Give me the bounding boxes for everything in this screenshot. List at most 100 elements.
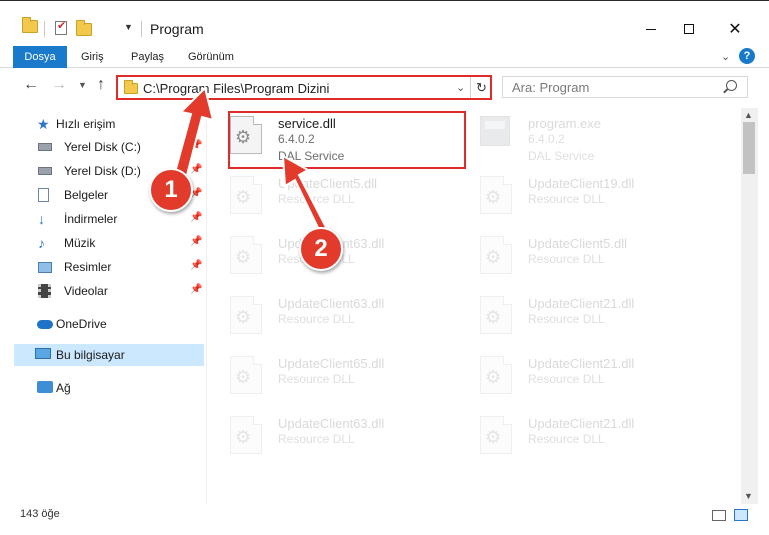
vertical-scrollbar[interactable]: ▲ ▼	[741, 108, 758, 504]
file-name: UpdateClient65.dll	[278, 356, 385, 371]
drive-icon	[38, 140, 52, 154]
dll-file-icon	[230, 416, 262, 454]
folder-icon	[124, 80, 138, 94]
file-description: Resource DLL	[528, 252, 605, 266]
file-item[interactable]: UpdateClient63.dll Resource DLL	[210, 410, 450, 468]
file-item[interactable]: UpdateClient5.dll Resource DLL	[460, 230, 700, 288]
help-button[interactable]: ?	[739, 48, 755, 64]
dll-file-icon	[480, 176, 512, 214]
computer-icon	[35, 348, 51, 362]
maximize-button[interactable]	[666, 13, 712, 45]
file-item[interactable]: UpdateClient19.dll Resource DLL	[460, 170, 700, 228]
tab-file[interactable]: Dosya	[13, 46, 67, 68]
sidebar-item-local-disk-c[interactable]: Yerel Disk (C:) 📌	[0, 136, 206, 158]
file-name: UpdateClient21.dll	[528, 296, 635, 311]
item-count: 143 öğe	[20, 508, 60, 520]
address-bar[interactable]: C:\Program Files\Program Dizini ⌄ ↻	[116, 75, 492, 100]
details-view-icon[interactable]	[712, 510, 726, 521]
file-name: UpdateClient63.dll	[278, 296, 385, 311]
tab-home[interactable]: Giriş	[81, 51, 104, 63]
search-icon[interactable]	[726, 80, 737, 91]
sidebar-item-label: Yerel Disk (D:)	[64, 164, 141, 178]
step-2-marker: 2	[299, 227, 343, 271]
folder-icon	[22, 16, 38, 33]
tab-share[interactable]: Paylaş	[131, 51, 164, 63]
file-name: UpdateClient21.dll	[528, 356, 635, 371]
new-folder-icon[interactable]	[76, 19, 92, 39]
sidebar-item-label: Hızlı erişim	[56, 117, 116, 131]
address-path[interactable]: C:\Program Files\Program Dizini	[143, 81, 329, 96]
file-item[interactable]: UpdateClient21.dll Resource DLL	[460, 350, 700, 408]
downloads-icon: ↓	[38, 211, 45, 227]
pin-icon[interactable]: 📌	[190, 284, 202, 295]
file-item[interactable]: UpdateClient21.dll Resource DLL	[460, 410, 700, 468]
file-name: UpdateClient5.dll	[278, 176, 378, 191]
view-options-icon[interactable]	[97, 19, 113, 33]
tab-view[interactable]: Görünüm	[188, 51, 234, 63]
forward-arrow-icon[interactable]: →	[51, 76, 67, 94]
cloud-icon	[37, 317, 53, 331]
sidebar-item-label: Resimler	[64, 260, 112, 274]
file-description: Resource DLL	[278, 372, 355, 386]
pictures-icon	[38, 260, 52, 274]
customize-toolbar-dropdown-icon[interactable]: ▼	[124, 22, 133, 32]
large-icons-view-icon[interactable]	[734, 509, 748, 521]
sidebar-item-quick-access[interactable]: ★ Hızlı erişim	[0, 113, 206, 135]
file-description: Resource DLL	[528, 432, 605, 446]
back-arrow-icon[interactable]: ←	[23, 76, 39, 94]
file-description: Resource DLL	[278, 432, 355, 446]
sidebar-item-this-pc[interactable]: Bu bilgisayar	[14, 344, 204, 366]
file-description: Resource DLL	[278, 192, 355, 206]
step-1-marker: 1	[149, 168, 193, 212]
pin-icon[interactable]: 📌	[190, 212, 202, 223]
address-dropdown-icon[interactable]: ⌄	[456, 81, 465, 94]
pin-icon[interactable]: 📌	[190, 140, 202, 151]
sidebar-item-music[interactable]: ♪ Müzik 📌	[0, 232, 206, 254]
scroll-up-icon[interactable]: ▲	[744, 110, 753, 120]
pin-icon[interactable]: 📌	[190, 164, 202, 175]
sidebar-item-label: Videolar	[64, 284, 108, 298]
pane-divider[interactable]	[206, 108, 207, 504]
sidebar-item-videos[interactable]: Videolar 📌	[0, 280, 206, 302]
music-icon: ♪	[38, 235, 45, 251]
dll-file-icon	[480, 356, 512, 394]
file-version: 6.4.0.2	[528, 132, 565, 146]
ribbon-tabs: Dosya Giriş Paylaş Görünüm ⌄ ?	[0, 44, 769, 68]
file-item[interactable]: program.exe 6.4.0.2 DAL Service	[460, 110, 700, 168]
file-item[interactable]: UpdateClient63.dll Resource DLL	[210, 290, 450, 348]
file-item[interactable]: UpdateClient21.dll Resource DLL	[460, 290, 700, 348]
window-title: Program	[150, 21, 204, 37]
sidebar-item-pictures[interactable]: Resimler 📌	[0, 256, 206, 278]
pin-icon[interactable]: 📌	[190, 236, 202, 247]
status-bar: 143 öğe	[0, 504, 769, 535]
sidebar-item-label: Müzik	[64, 236, 96, 250]
scroll-thumb[interactable]	[743, 122, 755, 174]
close-button[interactable]: ✕	[712, 13, 758, 45]
videos-icon	[38, 284, 52, 298]
file-name: program.exe	[528, 116, 601, 131]
pin-icon[interactable]: 📌	[190, 260, 202, 271]
file-name: UpdateClient19.dll	[528, 176, 635, 191]
file-item[interactable]: UpdateClient65.dll Resource DLL	[210, 350, 450, 408]
dll-file-icon	[230, 356, 262, 394]
dll-file-icon	[230, 296, 262, 334]
refresh-icon[interactable]: ↻	[470, 77, 492, 98]
up-arrow-icon[interactable]: ↑	[97, 76, 105, 94]
documents-icon	[38, 188, 52, 202]
sidebar-item-label: Belgeler	[64, 188, 109, 202]
sidebar-item-onedrive[interactable]: OneDrive	[0, 313, 206, 335]
toolbar-divider	[44, 21, 45, 37]
properties-icon[interactable]	[55, 19, 67, 35]
expand-ribbon-icon[interactable]: ⌄	[721, 50, 730, 63]
recent-locations-icon[interactable]: ▼	[78, 80, 87, 90]
search-box[interactable]: Ara: Program	[502, 76, 748, 98]
search-input[interactable]: Ara: Program	[512, 80, 589, 95]
file-description: DAL Service	[528, 149, 595, 163]
sidebar-item-network[interactable]: Ağ	[0, 377, 206, 399]
file-name: UpdateClient63.dll	[278, 416, 385, 431]
file-description: Resource DLL	[528, 192, 605, 206]
sidebar-item-label: Ağ	[56, 381, 71, 395]
dll-file-icon	[480, 416, 512, 454]
file-item[interactable]: UpdateClient5.dll Resource DLL	[210, 170, 450, 228]
scroll-down-icon[interactable]: ▼	[744, 491, 753, 501]
